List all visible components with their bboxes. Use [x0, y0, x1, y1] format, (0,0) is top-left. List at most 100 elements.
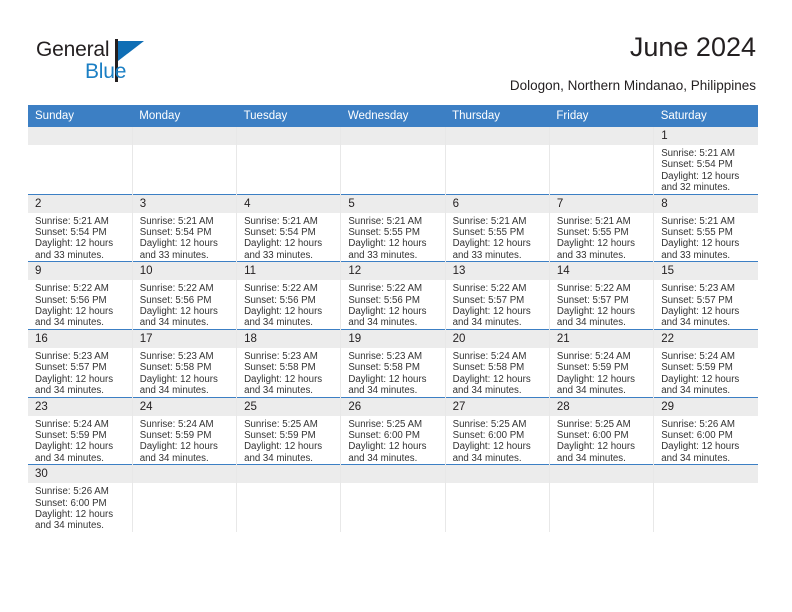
day-detail-line: Daylight: 12 hours [244, 238, 323, 250]
calendar-day-cell[interactable]: 22 Sunrise: 5:24 AM Sunset: 5:59 PM Dayligh… [653, 328, 758, 397]
calendar-day-cell[interactable]: 9 Sunrise: 5:22 AM Sunset: 5:56 PM Daylight… [28, 261, 133, 330]
day-detail-line: Daylight: 12 hours [35, 508, 114, 520]
day-number: 11 [237, 262, 341, 281]
calendar-day-cell[interactable]: 28 Sunrise: 5:25 AM Sunset: 6:00 PM Dayligh… [548, 396, 654, 465]
calendar-empty-cell [131, 464, 237, 532]
day-detail-line: Sunset: 5:57 PM [661, 294, 733, 306]
day-detail-line: Sunset: 5:54 PM [35, 227, 107, 239]
day-details: Sunrise: 5:24 AM Sunset: 5:58 PM Daylight:… [446, 348, 549, 397]
day-detail-line: Sunrise: 5:22 AM [35, 283, 109, 295]
day-detail-line: and 33 minutes. [452, 249, 522, 261]
day-number [341, 465, 445, 484]
day-details: Sunrise: 5:23 AM Sunset: 5:58 PM Daylight:… [238, 348, 341, 397]
day-details [133, 483, 236, 486]
day-detail-line: Sunset: 6:00 PM [556, 429, 629, 441]
day-details: Sunrise: 5:22 AM Sunset: 5:56 PM Daylight:… [133, 280, 236, 329]
calendar-day-cell[interactable]: 8 Sunrise: 5:21 AM Sunset: 5:55 PM Daylight… [653, 193, 758, 262]
day-detail-line: and 34 minutes. [661, 452, 731, 464]
calendar-day-cell[interactable]: 17 Sunrise: 5:23 AM Sunset: 5:58 PM Dayligh… [131, 328, 237, 397]
day-details: Sunrise: 5:21 AM Sunset: 5:55 PM Daylight:… [550, 213, 653, 262]
calendar-day-cell[interactable]: 3 Sunrise: 5:21 AM Sunset: 5:54 PM Daylight… [131, 193, 237, 262]
logo-text-general: General [36, 38, 110, 61]
calendar-day-cell[interactable]: 20 Sunrise: 5:24 AM Sunset: 5:58 PM Dayligh… [444, 328, 550, 397]
calendar-header-row: Sunday Monday Tuesday Wednesday Thursday Frid… [28, 105, 758, 127]
day-detail-line: Daylight: 12 hours [661, 238, 740, 250]
day-detail-line: Daylight: 12 hours [139, 306, 218, 318]
calendar-day-cell[interactable]: 6 Sunrise: 5:21 AM Sunset: 5:55 PM Daylight… [444, 193, 550, 262]
day-detail-line: and 33 minutes. [244, 249, 313, 261]
day-details: Sunrise: 5:22 AM Sunset: 5:57 PM Daylight:… [550, 280, 653, 329]
day-detail-line: Sunset: 6:00 PM [452, 429, 525, 441]
day-number: 24 [133, 397, 237, 416]
day-detail-line: Sunrise: 5:23 AM [35, 350, 109, 362]
day-detail-line: Sunrise: 5:21 AM [661, 148, 735, 159]
day-number: 5 [341, 195, 445, 213]
day-detail-line: Sunrise: 5:25 AM [244, 418, 318, 430]
calendar-day-cell[interactable]: 12 Sunrise: 5:22 AM Sunset: 5:56 PM Dayligh… [340, 261, 446, 330]
calendar-day-cell[interactable]: 1 Sunrise: 5:21 AM Sunset: 5:54 PM Daylight… [653, 127, 758, 195]
calendar-day-cell[interactable]: 30 Sunrise: 5:26 AM Sunset: 6:00 PM Dayligh… [28, 464, 133, 532]
day-details [655, 483, 758, 486]
day-details [446, 483, 549, 486]
calendar-day-cell[interactable]: 15 Sunrise: 5:23 AM Sunset: 5:57 PM Dayligh… [653, 261, 758, 330]
calendar-day-cell[interactable]: 19 Sunrise: 5:23 AM Sunset: 5:58 PM Dayligh… [340, 328, 446, 397]
day-details [342, 483, 445, 486]
day-number [550, 465, 654, 484]
day-detail-line: Sunrise: 5:24 AM [139, 418, 214, 430]
day-details: Sunrise: 5:21 AM Sunset: 5:54 PM Daylight:… [133, 213, 236, 262]
day-detail-line: and 33 minutes. [348, 249, 418, 261]
day-detail-line: Sunrise: 5:23 AM [139, 350, 214, 362]
day-detail-line: and 34 minutes. [35, 452, 104, 464]
day-details: Sunrise: 5:21 AM Sunset: 5:55 PM Daylight:… [655, 213, 758, 262]
calendar-empty-cell [236, 464, 341, 532]
day-detail-line: Sunset: 6:00 PM [661, 429, 733, 441]
calendar-day-cell[interactable]: 25 Sunrise: 5:25 AM Sunset: 5:59 PM Dayligh… [236, 396, 341, 465]
calendar-empty-cell [340, 464, 446, 532]
day-number: 18 [237, 330, 341, 348]
day-detail-line: and 33 minutes. [139, 249, 209, 261]
day-detail-line: Sunrise: 5:23 AM [348, 350, 423, 362]
calendar-week-row: 16 Sunrise: 5:23 AM Sunset: 5:57 PM Dayligh… [28, 328, 758, 397]
calendar-day-cell[interactable]: 2 Sunrise: 5:21 AM Sunset: 5:54 PM Daylight… [28, 193, 133, 262]
calendar-week-row: 1 Sunrise: 5:21 AM Sunset: 5:54 PM Daylight… [28, 127, 758, 195]
calendar-day-cell[interactable]: 29 Sunrise: 5:26 AM Sunset: 6:00 PM Dayligh… [653, 396, 758, 465]
calendar-day-cell[interactable]: 4 Sunrise: 5:21 AM Sunset: 5:54 PM Daylight… [236, 193, 341, 262]
calendar-day-cell[interactable]: 14 Sunrise: 5:22 AM Sunset: 5:57 PM Dayligh… [548, 261, 654, 330]
day-number: 3 [133, 195, 237, 213]
calendar-day-cell[interactable]: 10 Sunrise: 5:22 AM Sunset: 5:56 PM Dayligh… [131, 261, 237, 330]
day-number: 29 [654, 397, 758, 416]
day-detail-line: and 33 minutes. [661, 249, 731, 261]
day-detail-line: Daylight: 12 hours [452, 238, 531, 250]
day-number [237, 465, 341, 484]
calendar-day-cell[interactable]: 23 Sunrise: 5:24 AM Sunset: 5:59 PM Dayligh… [28, 396, 133, 465]
day-detail-line: and 34 minutes. [661, 385, 731, 397]
calendar-day-cell[interactable]: 11 Sunrise: 5:22 AM Sunset: 5:56 PM Dayligh… [236, 261, 341, 330]
day-detail-line: Sunrise: 5:24 AM [556, 350, 631, 362]
day-detail-line: and 32 minutes. [661, 182, 731, 194]
calendar-day-cell[interactable]: 24 Sunrise: 5:24 AM Sunset: 5:59 PM Dayligh… [131, 396, 237, 465]
day-details: Sunrise: 5:26 AM Sunset: 6:00 PM Daylight:… [655, 416, 758, 465]
page-subtitle: Dologon, Northern Mindanao, Philippines [509, 78, 756, 93]
general-blue-logo[interactable]: General Blue [36, 38, 216, 90]
day-number: 6 [446, 195, 549, 213]
day-detail-line: Sunset: 5:54 PM [661, 159, 733, 171]
calendar-day-cell[interactable]: 27 Sunrise: 5:25 AM Sunset: 6:00 PM Dayligh… [444, 396, 550, 465]
calendar-empty-cell [236, 127, 341, 195]
day-number: 12 [341, 262, 445, 281]
calendar-day-cell[interactable]: 18 Sunrise: 5:23 AM Sunset: 5:58 PM Dayligh… [236, 328, 341, 397]
day-number: 23 [28, 397, 132, 416]
day-detail-line: Daylight: 12 hours [244, 441, 323, 453]
day-details: Sunrise: 5:21 AM Sunset: 5:55 PM Daylight:… [446, 213, 549, 262]
calendar-day-cell[interactable]: 26 Sunrise: 5:25 AM Sunset: 6:00 PM Dayligh… [340, 396, 446, 465]
calendar-empty-cell [653, 464, 758, 532]
calendar-day-cell[interactable]: 5 Sunrise: 5:21 AM Sunset: 5:55 PM Daylight… [340, 193, 446, 262]
calendar-day-cell[interactable]: 21 Sunrise: 5:24 AM Sunset: 5:59 PM Dayligh… [548, 328, 654, 397]
calendar-day-cell[interactable]: 16 Sunrise: 5:23 AM Sunset: 5:57 PM Dayligh… [28, 328, 133, 397]
calendar-day-cell[interactable]: 13 Sunrise: 5:22 AM Sunset: 5:57 PM Dayligh… [444, 261, 550, 330]
day-detail-line: Sunrise: 5:24 AM [452, 350, 527, 362]
day-number: 21 [550, 330, 654, 348]
calendar-day-cell[interactable]: 7 Sunrise: 5:21 AM Sunset: 5:55 PM Daylight… [548, 193, 654, 262]
day-detail-line: Sunrise: 5:21 AM [556, 215, 631, 227]
day-detail-line: Sunset: 6:00 PM [35, 497, 107, 509]
day-detail-line: and 34 minutes. [556, 317, 626, 329]
